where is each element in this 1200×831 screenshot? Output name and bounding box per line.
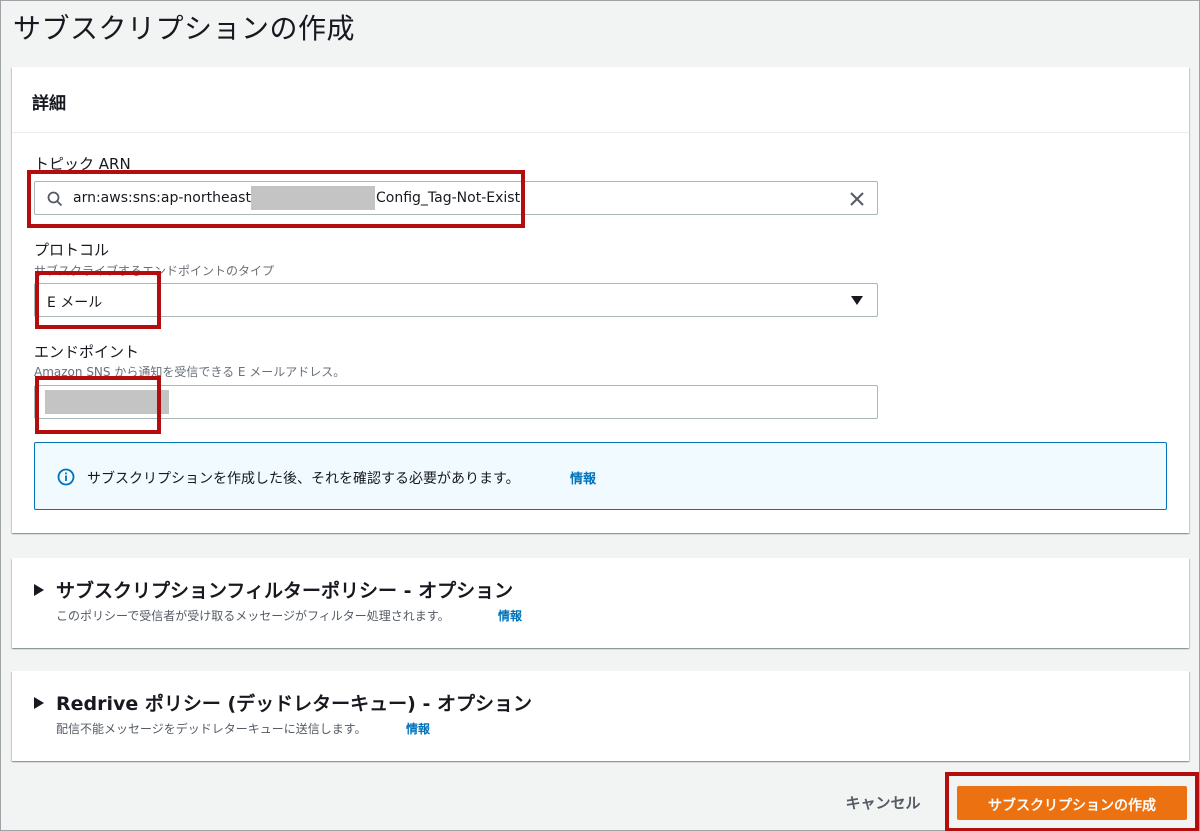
topic-arn-value-prefix: arn:aws:sns:ap-northeast- [73,190,256,206]
topic-arn-input[interactable]: arn:aws:sns:ap-northeast- Config_Tag-Not… [34,181,878,215]
redrive-policy-section[interactable]: Redrive ポリシー (デッドレターキュー) - オプション 配信不能メッセ… [12,671,1189,761]
clear-icon[interactable] [847,189,867,209]
details-panel: 詳細 トピック ARN arn:aws:sns:ap-northeast- Co… [12,67,1189,533]
filter-policy-info-link[interactable]: 情報 [498,607,522,624]
protocol-label: プロトコル [34,241,110,259]
protocol-description: サブスクライブするエンドポイントのタイプ [34,264,275,278]
info-link[interactable]: 情報 [570,468,596,487]
filter-policy-section[interactable]: サブスクリプションフィルターポリシー - オプション このポリシーで受信者が受け… [12,558,1189,648]
details-header: 詳細 [12,67,1189,133]
page-title: サブスクリプションの作成 [13,12,356,45]
search-icon [47,191,63,207]
info-alert-text: サブスクリプションを作成した後、それを確認する必要があります。 [87,471,520,487]
expand-triangle-icon [34,697,44,709]
expand-triangle-icon [34,584,44,596]
filter-policy-title: サブスクリプションフィルターポリシー - オプション [56,580,514,602]
redacted-email [45,390,169,414]
filter-policy-description: このポリシーで受信者が受け取るメッセージがフィルター処理されます。 [56,609,450,623]
redrive-policy-info-link[interactable]: 情報 [406,720,430,737]
protocol-select[interactable]: E メール [34,283,878,317]
cancel-button[interactable]: キャンセル [833,790,933,814]
topic-arn-value-suffix: Config_Tag-Not-Exist [376,190,521,206]
endpoint-label: エンドポイント [34,343,140,361]
endpoint-input[interactable] [34,385,878,419]
endpoint-description: Amazon SNS から通知を受信できる E メールアドレス。 [34,365,346,379]
redrive-policy-title: Redrive ポリシー (デッドレターキュー) - オプション [56,693,532,715]
info-icon [57,468,75,486]
info-alert: サブスクリプションを作成した後、それを確認する必要があります。 情報 [34,442,1167,510]
topic-arn-label: トピック ARN [34,155,131,173]
redrive-policy-description: 配信不能メッセージをデッドレターキューに送信します。 [56,722,367,736]
protocol-value: E メール [47,295,103,311]
caret-down-icon [851,296,863,305]
create-subscription-button[interactable]: サブスクリプションの作成 [957,786,1187,820]
redacted-account-id [251,186,375,210]
